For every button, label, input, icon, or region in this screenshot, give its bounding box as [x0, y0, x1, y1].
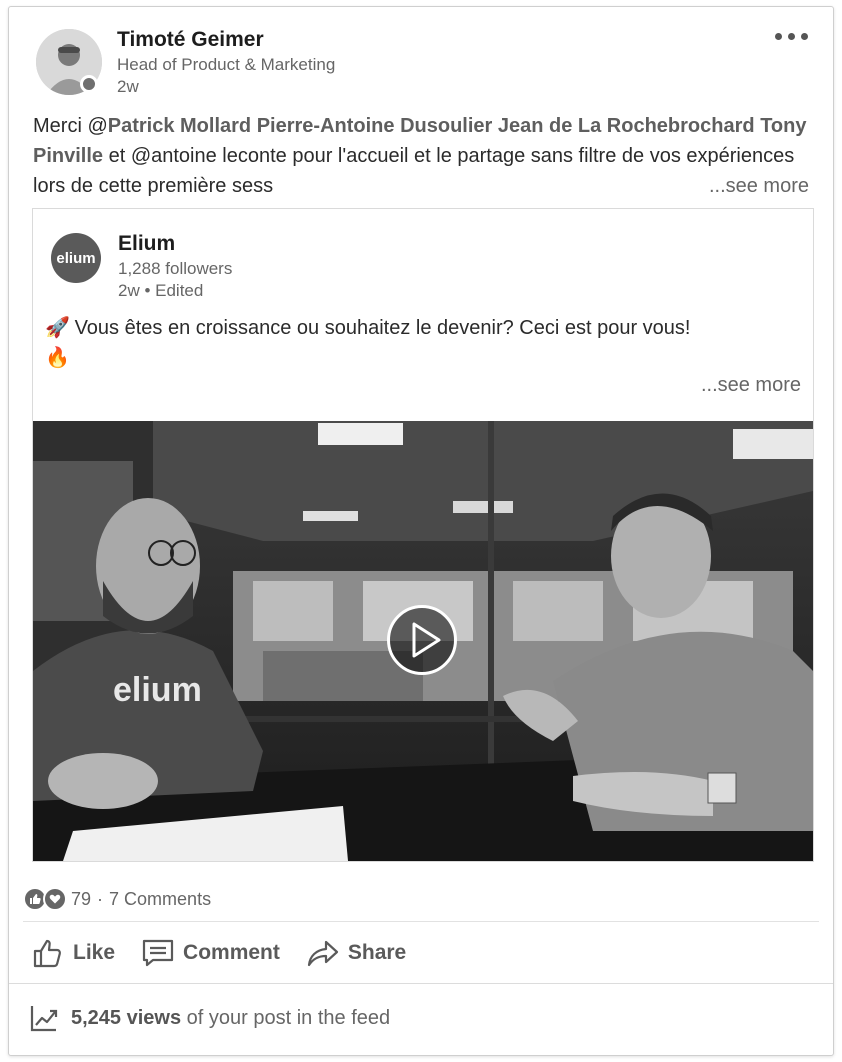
comment-label: Comment — [183, 941, 280, 964]
divider — [23, 921, 819, 922]
video-player[interactable]: elium — [33, 421, 813, 861]
video-shirt-text: elium — [113, 671, 202, 709]
divider — [9, 983, 833, 984]
play-button[interactable] — [387, 605, 457, 675]
play-icon — [412, 622, 441, 658]
shared-post-timestamp: 2w • Edited — [118, 281, 204, 300]
action-bar: Like Comment Share — [29, 932, 408, 974]
mention-patrick-mollard[interactable]: Patrick Mollard — [108, 115, 251, 137]
views-count: 5,245 views — [71, 1006, 182, 1029]
more-icon[interactable] — [775, 29, 809, 43]
comment-button[interactable]: Comment — [139, 932, 282, 974]
author-name[interactable]: Timoté Geimer — [117, 28, 264, 52]
analytics-icon — [30, 1006, 58, 1032]
author-headline: Head of Product & Marketing — [117, 55, 336, 74]
company-followers: 1,288 followers — [118, 259, 233, 278]
mention-jean-de-la-rochebrochard[interactable]: Jean de La Rochebrochard — [498, 115, 755, 137]
shared-post-body: 🚀 Vous êtes en croissance ou souhaitez l… — [45, 313, 795, 373]
share-label: Share — [347, 941, 407, 964]
reactions-count[interactable]: 79 — [71, 889, 91, 910]
separator: · — [97, 888, 104, 909]
like-icon — [33, 939, 62, 968]
reaction-icons — [23, 887, 67, 911]
mention-pierre-antoine-dusoulier[interactable]: Pierre-Antoine Dusoulier — [257, 115, 493, 137]
fire-emoji: 🔥 — [45, 347, 70, 369]
post-text-suffix: et @antoine leconte pour l'accueil et le… — [33, 145, 795, 197]
shared-post-text: Vous êtes en croissance ou souhaitez le … — [74, 317, 691, 339]
shared-post: elium Elium 1,288 followers 2w • Edited … — [32, 208, 814, 862]
post-timestamp: 2w — [117, 77, 139, 96]
shared-see-more-link[interactable]: ...see more — [701, 374, 801, 397]
heart-reaction-icon — [43, 887, 67, 911]
like-label: Like — [73, 941, 116, 964]
rocket-emoji: 🚀 — [45, 317, 70, 339]
share-icon — [307, 940, 338, 967]
company-logo[interactable]: elium — [51, 233, 101, 283]
like-button[interactable]: Like — [29, 932, 117, 974]
post-text-prefix: Merci @ — [33, 115, 108, 137]
comment-icon — [142, 939, 174, 967]
views-suffix: of your post in the feed — [181, 1006, 391, 1029]
views-text: 5,245 views of your post in the feed — [71, 1007, 390, 1030]
share-button[interactable]: Share — [304, 932, 408, 974]
presence-indicator — [80, 75, 98, 93]
social-counts[interactable]: 79 · 7 Comments — [23, 887, 211, 911]
feed-post-card: Timoté Geimer Head of Product & Marketin… — [8, 6, 834, 1056]
company-name[interactable]: Elium — [118, 232, 175, 256]
see-more-link[interactable]: ...see more — [696, 171, 809, 201]
post-analytics[interactable]: 5,245 views of your post in the feed — [29, 1003, 390, 1033]
comments-count[interactable]: 7 Comments — [109, 889, 211, 910]
